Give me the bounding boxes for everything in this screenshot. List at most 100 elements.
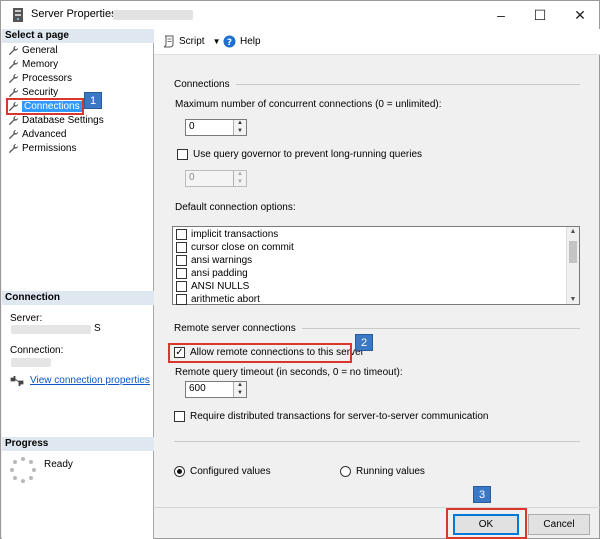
server-icon [13,8,23,22]
option-checkbox[interactable] [176,229,187,240]
option-label: ANSI NULLS [191,281,250,292]
scroll-up-icon[interactable]: ▲ [567,228,579,235]
spin-up-icon[interactable]: ▲ [234,171,246,179]
left-pane: Select a page General Memory Processors … [2,29,154,539]
script-label: Script [179,36,205,47]
option-checkbox[interactable] [176,281,187,292]
option-label: ansi warnings [191,255,253,266]
wrench-icon [8,59,19,70]
option-checkbox[interactable] [176,255,187,266]
connections-group: Connections [174,79,580,90]
wrench-icon [8,143,19,154]
progress-heading: Progress [2,437,154,451]
page-label: Memory [22,59,59,70]
page-security[interactable]: Security [8,86,58,99]
allow-remote-checkbox[interactable]: ✓ Allow remote connections to this serve… [174,347,364,358]
help-button[interactable]: ? Help [223,35,261,48]
wrench-icon [8,129,19,140]
require-dtc-box[interactable] [174,411,185,422]
callout-badge-3: 3 [473,486,491,503]
page-label: Processors [22,73,73,84]
spin-up-icon[interactable]: ▲ [234,382,246,390]
list-item[interactable]: ANSI NULLS [176,280,249,293]
page-database-settings[interactable]: Database Settings [8,114,104,127]
close-button[interactable]: ✕ [562,3,598,27]
page-label: Security [22,87,59,98]
page-label: Database Settings [22,115,104,126]
script-button[interactable]: Script ▼ [162,35,220,48]
scroll-down-icon[interactable]: ▼ [567,296,579,303]
callout-badge-2: 2 [355,334,373,351]
wrench-icon [8,45,19,56]
query-governor-checkbox[interactable]: Use query governor to prevent long-runni… [177,149,422,160]
connections-group-label: Connections [174,79,230,90]
option-label: arithmetic abort [191,294,260,305]
wrench-icon [8,115,19,126]
toolbar: Script ▼ ? Help [154,29,600,55]
list-item[interactable]: implicit transactions [176,228,278,241]
option-checkbox[interactable] [176,294,187,305]
list-item[interactable]: ansi warnings [176,254,252,267]
timeout-value: 600 [189,383,206,394]
require-dtc-label: Require distributed transactions for ser… [190,411,489,422]
page-connections[interactable]: Connections [6,98,84,115]
allow-remote-label: Allow remote connections to this server [190,347,364,358]
chevron-down-icon: ▼ [212,37,221,46]
default-options-list[interactable]: implicit transactions cursor close on co… [172,226,580,305]
server-properties-window: Server Properties - – ☐ ✕ Select a page … [0,0,600,539]
page-general[interactable]: General [8,44,58,57]
spin-down-icon[interactable]: ▼ [234,127,246,135]
option-label: ansi padding [191,268,248,279]
server-value-tail: S [94,323,101,334]
option-label: cursor close on commit [191,242,294,253]
radio-circle[interactable] [340,466,351,477]
page-processors[interactable]: Processors [8,72,72,85]
configured-values-radio[interactable]: Configured values [174,466,271,477]
radio-circle[interactable] [174,466,185,477]
list-item[interactable]: arithmetic abort [176,293,260,306]
page-label: Permissions [22,143,77,154]
remote-group-label: Remote server connections [174,323,296,334]
options-scrollbar[interactable]: ▲ ▼ [566,227,579,304]
running-values-radio[interactable]: Running values [340,466,425,477]
timeout-stepper[interactable]: 600 ▲ ▼ [185,381,247,398]
page-permissions[interactable]: Permissions [8,142,76,155]
option-label: implicit transactions [191,229,279,240]
spin-up-icon[interactable]: ▲ [234,120,246,128]
timeout-label: Remote query timeout (in seconds, 0 = no… [175,367,403,378]
minimize-button[interactable]: – [483,3,519,27]
configured-values-label: Configured values [190,466,271,477]
list-item[interactable]: ansi padding [176,267,248,280]
query-governor-label: Use query governor to prevent long-runni… [193,149,423,160]
spin-down-icon[interactable]: ▼ [234,389,246,397]
option-checkbox[interactable] [176,242,187,253]
allow-remote-box[interactable]: ✓ [174,347,185,358]
scroll-thumb[interactable] [569,241,577,263]
svg-text:?: ? [227,38,232,48]
view-connection-properties-link[interactable]: View connection properties [30,375,150,386]
page-advanced[interactable]: Advanced [8,128,66,141]
divider [174,441,580,442]
option-checkbox[interactable] [176,268,187,279]
query-governor-box[interactable] [177,149,188,160]
max-connections-stepper[interactable]: 0 ▲ ▼ [185,119,247,136]
ok-button[interactable]: OK [453,514,519,535]
running-values-label: Running values [356,466,425,477]
require-dtc-checkbox[interactable]: Require distributed transactions for ser… [174,411,488,422]
list-item[interactable]: cursor close on commit [176,241,294,254]
select-page-heading: Select a page [2,29,154,43]
default-options-label: Default connection options: [175,202,296,213]
server-name-redacted [113,10,193,20]
query-governor-value: 0 [189,172,195,183]
query-governor-stepper[interactable]: 0 ▲ ▼ [185,170,247,187]
cancel-button[interactable]: Cancel [528,514,590,535]
maximize-button[interactable]: ☐ [522,3,558,27]
server-name-redacted [11,325,91,334]
script-icon [163,35,174,48]
spin-down-icon[interactable]: ▼ [234,178,246,186]
page-memory[interactable]: Memory [8,58,58,71]
page-label: Connections [22,101,82,112]
view-connection-properties-row: View connection properties [10,375,150,386]
max-connections-value: 0 [189,121,195,132]
remote-group: Remote server connections [174,323,580,334]
